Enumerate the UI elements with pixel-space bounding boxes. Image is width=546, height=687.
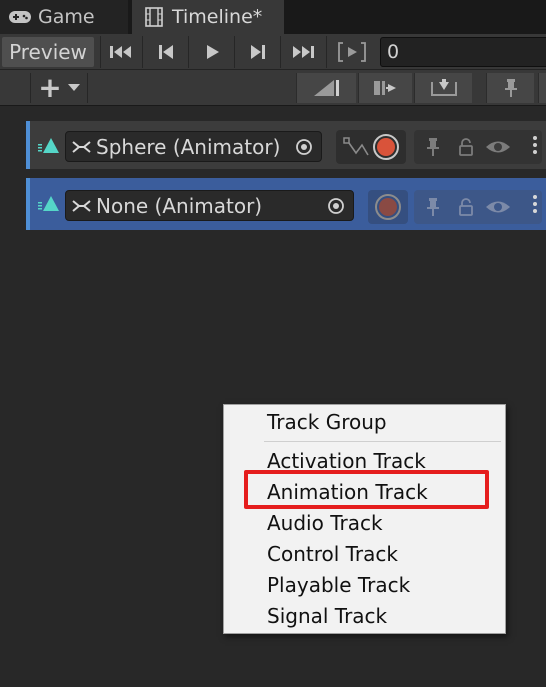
record-icon[interactable]	[374, 193, 402, 221]
play-icon	[207, 45, 219, 59]
tab-game-label: Game	[38, 6, 95, 28]
previous-frame-button[interactable]	[146, 37, 186, 67]
previous-frame-icon	[159, 45, 173, 59]
track-state-controls	[414, 190, 542, 224]
ripple-icon	[373, 81, 396, 95]
binding-object-field[interactable]: Sphere (Animator)	[65, 131, 322, 162]
tab-timeline[interactable]: Timeline*	[132, 0, 284, 34]
toolbar-divider	[142, 36, 143, 68]
film-strip-icon	[142, 7, 166, 27]
menu-item-track-group[interactable]: Track Group	[267, 410, 387, 434]
skip-to-start-icon	[110, 46, 131, 58]
track-toolbar: +	[0, 70, 546, 106]
gamepad-icon	[8, 7, 32, 27]
binding-label: Sphere (Animator)	[96, 134, 281, 159]
skip-to-end-icon	[293, 46, 314, 58]
menu-divider	[264, 441, 501, 442]
pin-button[interactable]	[486, 73, 534, 103]
animator-icon	[70, 196, 94, 216]
menu-item-control-track[interactable]: Control Track	[267, 542, 398, 566]
blend-icon	[313, 80, 339, 96]
animator-icon	[70, 137, 94, 157]
track-state-controls	[414, 130, 542, 164]
highlight-annotation-box	[244, 470, 489, 509]
toolbar-divider	[100, 36, 101, 68]
current-time-input[interactable]: 0	[380, 37, 546, 67]
binding-label: None (Animator)	[96, 193, 263, 218]
visibility-eye-icon[interactable]	[484, 198, 512, 216]
menu-item-playable-track[interactable]: Playable Track	[267, 573, 410, 597]
playback-toolbar: Preview 0	[0, 34, 546, 70]
animation-track-icon	[38, 138, 59, 153]
next-frame-icon	[251, 45, 265, 59]
track-menu-icon[interactable]	[528, 194, 542, 214]
record-controls	[368, 190, 408, 224]
visibility-eye-icon[interactable]	[484, 138, 512, 156]
toolbar-divider	[326, 36, 327, 68]
play-button[interactable]	[192, 37, 232, 67]
chevron-down-icon	[67, 84, 80, 91]
tab-bar: Game Timeline*	[0, 0, 546, 34]
binding-object-field[interactable]: None (Animator)	[65, 190, 354, 221]
ease-blend-button[interactable]	[296, 73, 356, 103]
pin-icon	[504, 79, 517, 97]
add-label: +	[38, 71, 62, 104]
pin-icon[interactable]	[424, 197, 442, 217]
curves-icon[interactable]	[342, 135, 370, 159]
replace-icon	[430, 79, 457, 96]
record-icon[interactable]	[372, 133, 400, 161]
animation-track-icon	[38, 196, 59, 211]
add-track-context-menu: Track Group Activation Track Animation T…	[223, 404, 506, 634]
menu-item-audio-track[interactable]: Audio Track	[267, 511, 383, 535]
toolbar-overflow	[538, 73, 546, 103]
next-frame-button[interactable]	[238, 37, 278, 67]
play-range-icon	[338, 42, 366, 62]
track-row[interactable]: Sphere (Animator)	[26, 121, 546, 169]
track-row-selected[interactable]: None (Animator)	[26, 178, 546, 230]
pin-icon[interactable]	[424, 137, 442, 157]
object-picker-icon[interactable]	[327, 197, 345, 215]
lock-icon[interactable]	[458, 197, 474, 217]
lock-icon[interactable]	[458, 137, 474, 157]
menu-item-signal-track[interactable]: Signal Track	[267, 604, 387, 628]
preview-button[interactable]: Preview	[2, 37, 94, 67]
skip-to-start-button[interactable]	[104, 37, 140, 67]
tab-game[interactable]: Game	[0, 0, 128, 34]
record-controls	[336, 130, 406, 164]
toolbar-divider	[188, 36, 189, 68]
play-range-button[interactable]	[332, 37, 372, 67]
add-track-button[interactable]: +	[30, 73, 88, 103]
toolbar-divider	[280, 36, 281, 68]
toolbar-divider	[234, 36, 235, 68]
tab-timeline-label: Timeline*	[172, 6, 263, 28]
track-menu-icon[interactable]	[528, 135, 542, 155]
ripple-mode-button[interactable]	[358, 73, 412, 103]
skip-to-end-button[interactable]	[284, 37, 322, 67]
replace-mode-button[interactable]	[414, 73, 472, 103]
object-picker-icon[interactable]	[295, 138, 313, 156]
